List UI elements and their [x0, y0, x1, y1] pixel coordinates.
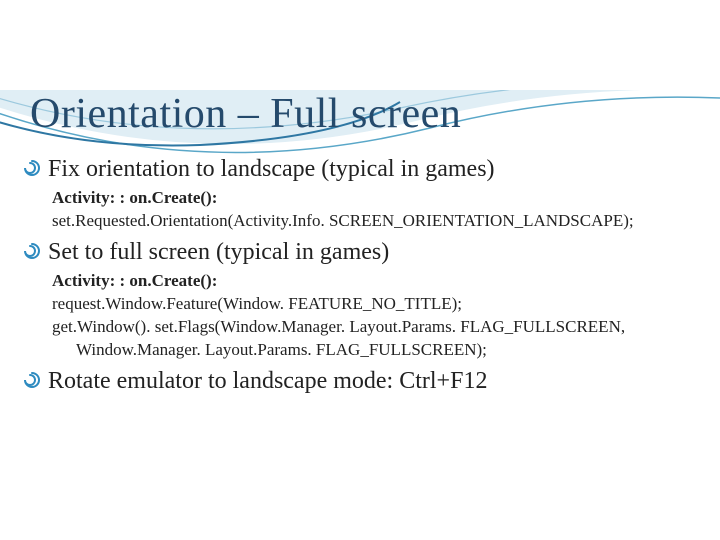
code-heading: Activity: : on.Create(): — [52, 187, 690, 210]
bullet-text: Fix orientation to landscape (typical in… — [48, 156, 495, 183]
slide-title: Orientation – Full screen — [30, 90, 690, 138]
bullet-text: Rotate emulator to landscape mode: Ctrl+… — [48, 368, 487, 395]
code-heading: Activity: : on.Create(): — [52, 270, 690, 293]
spiral-bullet-icon — [22, 241, 42, 265]
code-line: request.Window.Feature(Window. FEATURE_N… — [52, 293, 690, 316]
bullet-block: Fix orientation to landscape (typical in… — [20, 156, 690, 233]
code-line: get.Window(). set.Flags(Window.Manager. … — [52, 316, 690, 339]
code-line: Window.Manager. Layout.Params. FLAG_FULL… — [76, 339, 690, 362]
code-line: set.Requested.Orientation(Activity.Info.… — [52, 210, 690, 233]
bullet-line: Set to full screen (typical in games) — [22, 239, 690, 266]
bullet-line: Fix orientation to landscape (typical in… — [22, 156, 690, 183]
bullet-line: Rotate emulator to landscape mode: Ctrl+… — [22, 368, 690, 395]
bullet-block: Set to full screen (typical in games) Act… — [20, 239, 690, 362]
spiral-bullet-icon — [22, 158, 42, 182]
bullet-block: Rotate emulator to landscape mode: Ctrl+… — [20, 368, 690, 395]
spiral-bullet-icon — [22, 370, 42, 394]
slide-content: Orientation – Full screen Fix orientatio… — [0, 90, 720, 395]
bullet-text: Set to full screen (typical in games) — [48, 239, 389, 266]
